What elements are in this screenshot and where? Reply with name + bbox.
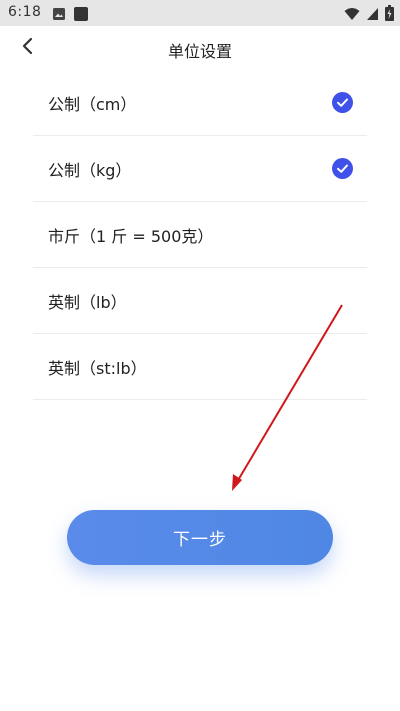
option-label: 公制（cm） xyxy=(48,94,137,114)
option-label: 英制（st:lb） xyxy=(48,358,147,378)
next-step-button[interactable]: 下一步 xyxy=(67,510,333,565)
option-metric-cm[interactable]: 公制（cm） xyxy=(33,70,367,136)
status-right-icons xyxy=(344,5,394,25)
image-icon xyxy=(52,6,66,20)
status-time: 6:18 xyxy=(8,4,42,20)
option-metric-kg[interactable]: 公制（kg） xyxy=(33,136,367,202)
option-jin[interactable]: 市斤（1 斤 = 500克） xyxy=(33,202,367,268)
option-label: 市斤（1 斤 = 500克） xyxy=(48,226,214,246)
option-label: 公制（kg） xyxy=(48,160,132,180)
wifi-icon xyxy=(344,6,360,25)
notification-icon xyxy=(74,6,88,21)
app-bar: 单位设置 xyxy=(0,26,400,70)
option-label: 英制（lb） xyxy=(48,292,127,312)
check-circle-icon xyxy=(332,158,353,179)
option-imperial-st-lb[interactable]: 英制（st:lb） xyxy=(33,334,367,400)
annotation-arrow-head xyxy=(232,474,242,491)
option-imperial-lb[interactable]: 英制（lb） xyxy=(33,268,367,334)
check-circle-icon xyxy=(332,92,353,113)
page-title: 单位设置 xyxy=(167,42,232,61)
unit-options-list: 公制（cm） 公制（kg） 市斤（1 斤 = 500克） 英制（lb） 英制（s… xyxy=(33,70,367,400)
signal-icon xyxy=(366,6,379,25)
battery-icon xyxy=(385,5,394,25)
status-bar: 6:18 xyxy=(0,0,400,26)
